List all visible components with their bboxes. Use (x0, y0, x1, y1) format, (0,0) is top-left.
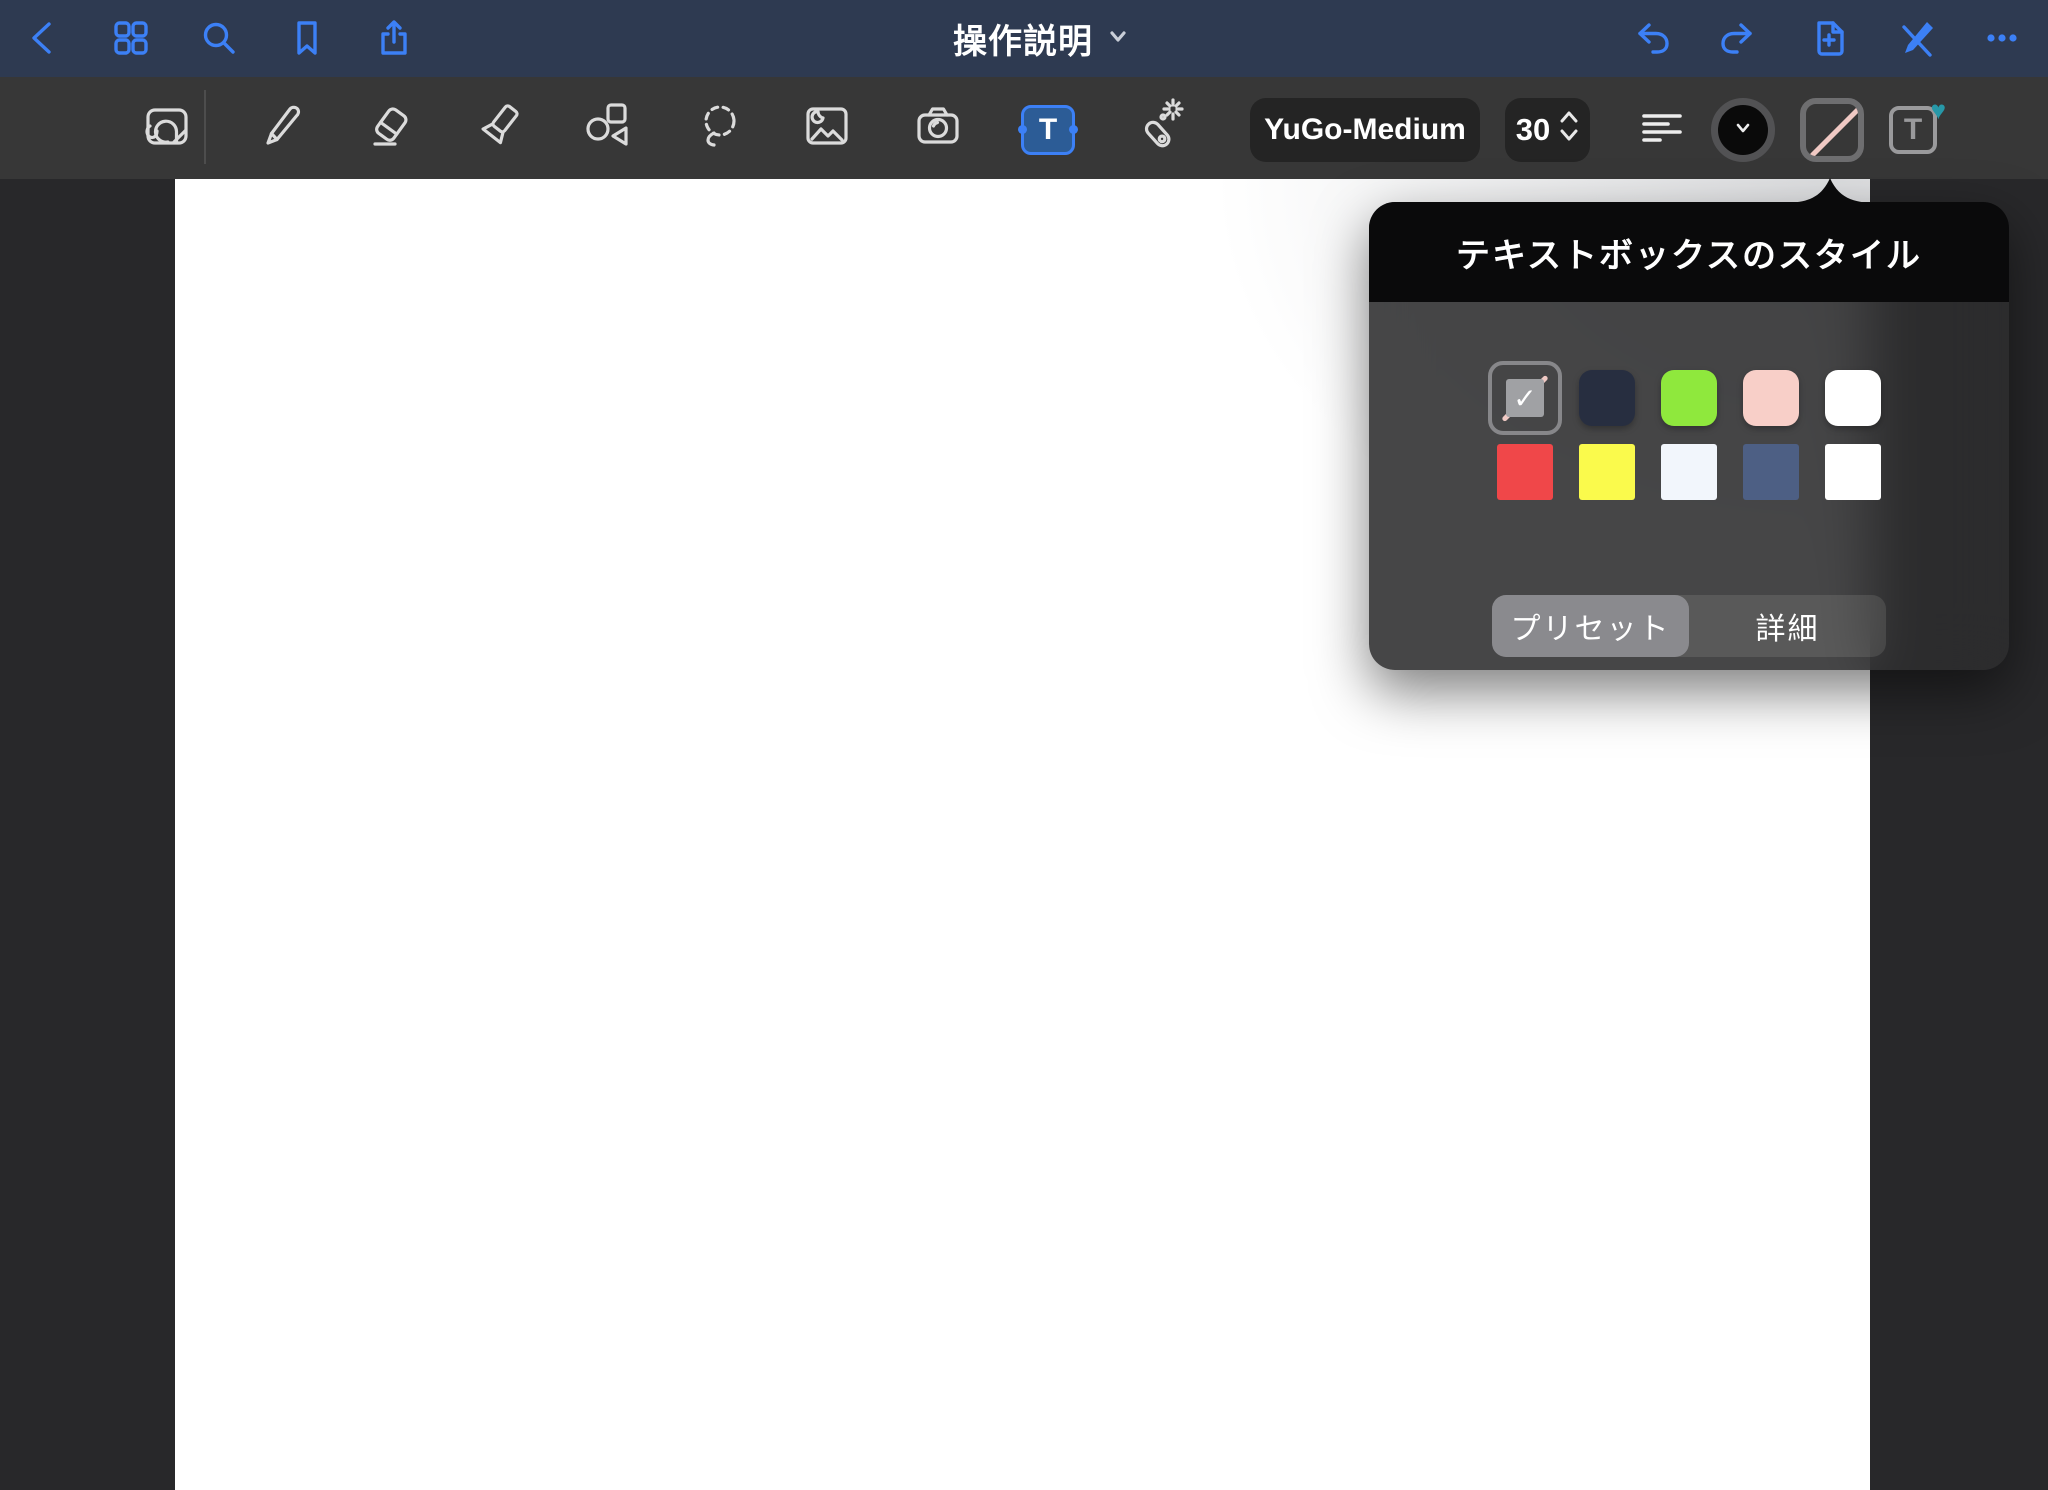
font-family-selector[interactable]: YuGo-Medium (1250, 98, 1480, 162)
popover-arrow (1780, 176, 1880, 203)
popover-header: テキストボックスのスタイル (1369, 202, 2009, 302)
more-ellipsis-icon (1980, 16, 2024, 60)
swatch-row-1: ✓ (1497, 370, 1881, 426)
color-swatch-current-style-selected[interactable]: ✓ (1497, 370, 1553, 426)
shapes-icon (579, 98, 635, 159)
image-icon (799, 98, 855, 159)
eraser-icon (362, 98, 418, 159)
bookmark-button[interactable] (285, 16, 329, 60)
camera-tool[interactable] (910, 100, 966, 156)
search-button[interactable] (197, 16, 241, 60)
redo-button[interactable] (1716, 16, 1760, 60)
toolbar-divider (204, 90, 206, 164)
back-icon (22, 16, 66, 60)
toolbar: T YuGo-Medium 30 T (0, 77, 2048, 179)
thumbnails-button[interactable] (109, 16, 153, 60)
camera-icon (910, 98, 966, 159)
color-swatch-white[interactable] (1825, 370, 1881, 426)
font-size-value: 30 (1516, 112, 1550, 148)
laser-pointer-icon (1129, 98, 1185, 159)
add-page-icon (1807, 16, 1851, 60)
popover-tabs: プリセット 詳細 (1492, 595, 1886, 657)
image-tool[interactable] (799, 100, 855, 156)
highlighter-icon (473, 98, 529, 159)
bookmark-icon (285, 16, 329, 60)
document-title-menu[interactable]: 操作説明 (953, 0, 1129, 77)
text-align-button[interactable] (1638, 106, 1686, 154)
lasso-tool[interactable] (692, 100, 748, 156)
heart-icon: ♥ (1931, 95, 1946, 126)
undo-button[interactable] (1630, 16, 1674, 60)
thumbnails-grid-icon (109, 16, 153, 60)
color-swatch-pink[interactable] (1743, 370, 1799, 426)
disable-editing-icon (1893, 16, 1937, 60)
undo-icon (1630, 16, 1674, 60)
text-tool[interactable]: T (1020, 100, 1076, 156)
align-left-icon (1638, 104, 1686, 157)
stepper-chevrons-icon (1559, 109, 1579, 151)
tab-presets-label: プリセット (1511, 604, 1671, 648)
textbox-style-button-active[interactable] (1800, 98, 1864, 162)
swatch-row-2 (1497, 444, 1881, 500)
search-icon (197, 16, 241, 60)
color-swatch-slate-blue[interactable] (1743, 444, 1799, 500)
color-swatch-green[interactable] (1661, 370, 1717, 426)
pen-icon (252, 98, 308, 159)
color-swatch-yellow[interactable] (1579, 444, 1635, 500)
back-button[interactable] (22, 16, 66, 60)
add-page-button[interactable] (1807, 16, 1851, 60)
page-panel-button[interactable] (138, 100, 194, 156)
chevron-down-icon (1107, 25, 1129, 52)
text-tool-glyph: T (1039, 113, 1057, 147)
font-size-stepper[interactable]: 30 (1505, 98, 1590, 162)
color-chevron-down-icon (1733, 118, 1753, 143)
stroke-style-line (1809, 103, 1864, 159)
redo-icon (1716, 16, 1760, 60)
color-swatch-white-2[interactable] (1825, 444, 1881, 500)
disable-editing-button[interactable] (1893, 16, 1937, 60)
navbar: 操作説明 (0, 0, 2048, 77)
pen-tool[interactable] (252, 100, 308, 156)
textbox-favorite-button[interactable]: T ♥ (1887, 104, 1939, 156)
popover-title: テキストボックスのスタイル (1456, 228, 1922, 277)
selected-stroke-line (1501, 374, 1548, 421)
font-family-value: YuGo-Medium (1264, 113, 1466, 147)
text-tool-selected: T (1021, 105, 1075, 155)
highlighter-tool[interactable] (473, 100, 529, 156)
eraser-tool[interactable] (362, 100, 418, 156)
share-button[interactable] (372, 16, 416, 60)
tab-presets[interactable]: プリセット (1492, 595, 1689, 657)
tab-details-label: 詳細 (1756, 604, 1820, 648)
page-title: 操作説明 (953, 14, 1093, 63)
color-swatch-red[interactable] (1497, 444, 1553, 500)
checkmark-icon: ✓ (1506, 379, 1544, 417)
laser-pointer-tool[interactable] (1129, 100, 1185, 156)
tab-details[interactable]: 詳細 (1689, 595, 1886, 657)
color-swatch-light-blue[interactable] (1661, 444, 1717, 500)
lasso-icon (692, 98, 748, 159)
share-icon (372, 16, 416, 60)
app-window: 操作説明 (0, 0, 2048, 1490)
more-button[interactable] (1980, 16, 2024, 60)
color-swatch-dark-navy[interactable] (1579, 370, 1635, 426)
text-color-button[interactable] (1711, 98, 1775, 162)
shapes-tool[interactable] (579, 100, 635, 156)
textbox-style-popover: テキストボックスのスタイル ✓ プリセット 詳細 (1369, 202, 2009, 670)
page-panel-icon (138, 98, 194, 159)
